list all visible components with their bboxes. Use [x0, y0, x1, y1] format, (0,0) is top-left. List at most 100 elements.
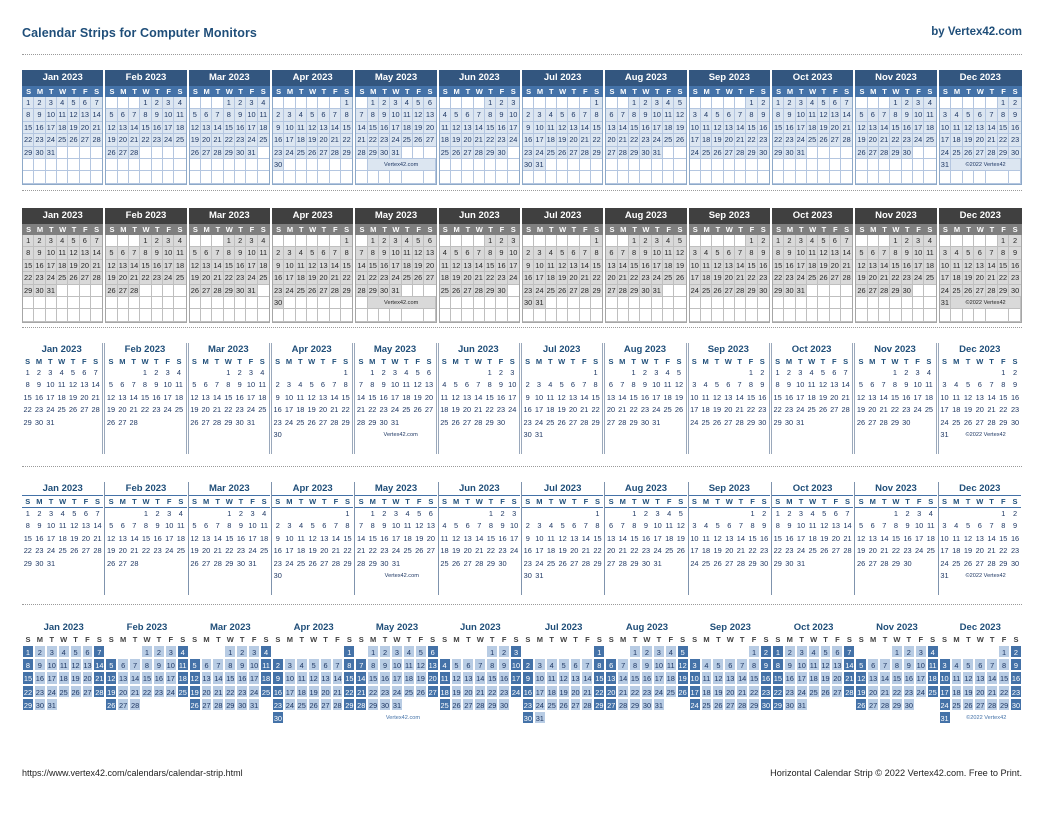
day-cell[interactable]: 27	[723, 146, 735, 159]
day-cell[interactable]: 25	[295, 697, 308, 711]
day-cell[interactable]: 24	[390, 272, 402, 285]
day-cell[interactable]: 28	[473, 284, 485, 297]
day-cell[interactable]: 19	[413, 533, 425, 545]
day-cell[interactable]: 16	[234, 121, 247, 135]
day-cell[interactable]: 30	[783, 417, 794, 429]
day-cell[interactable]: 20	[974, 272, 987, 285]
day-cell[interactable]: 27	[867, 146, 879, 159]
day-cell[interactable]: 8	[367, 379, 378, 391]
day-cell[interactable]: 19	[450, 404, 461, 416]
day-cell[interactable]: 6	[461, 379, 472, 391]
day-cell[interactable]: 22	[628, 134, 641, 147]
day-cell[interactable]: 4	[662, 367, 673, 379]
day-cell[interactable]: 9	[757, 379, 768, 391]
day-cell[interactable]: 24	[45, 404, 56, 416]
day-cell[interactable]: 11	[545, 121, 557, 135]
day-cell[interactable]: 20	[974, 134, 987, 147]
day-cell[interactable]: 7	[617, 658, 630, 672]
day-cell[interactable]: 2	[379, 508, 391, 520]
day-cell[interactable]: 12	[189, 259, 201, 273]
day-cell[interactable]: 4	[402, 645, 415, 659]
day-cell[interactable]: 17	[651, 392, 662, 404]
day-cell[interactable]: 3	[939, 379, 951, 391]
day-cell[interactable]: 17	[245, 392, 256, 404]
day-cell[interactable]: 22	[367, 134, 379, 147]
day-cell[interactable]: 29	[772, 417, 783, 429]
day-cell[interactable]: 21	[329, 134, 341, 147]
day-cell[interactable]: 30	[1009, 146, 1021, 159]
day-cell[interactable]: 8	[342, 520, 354, 532]
day-cell[interactable]: 3	[795, 97, 807, 110]
day-cell[interactable]: 19	[673, 392, 684, 404]
day-cell[interactable]: 13	[117, 671, 130, 685]
day-cell[interactable]: 20	[829, 392, 840, 404]
day-cell[interactable]: 1	[22, 508, 34, 520]
day-cell[interactable]: 1	[22, 367, 33, 379]
day-cell[interactable]: 26	[306, 284, 319, 297]
day-cell[interactable]: 23	[522, 417, 533, 429]
day-cell[interactable]: 26	[855, 417, 866, 429]
day-cell[interactable]: 23	[495, 404, 506, 416]
day-cell[interactable]: 11	[57, 658, 70, 672]
day-cell[interactable]: 29	[746, 146, 758, 159]
day-cell[interactable]: 31	[795, 146, 807, 159]
day-cell[interactable]: 6	[80, 508, 92, 520]
day-cell[interactable]: 18	[662, 259, 675, 273]
day-cell[interactable]: 10	[914, 658, 927, 672]
day-cell[interactable]: 31	[45, 417, 56, 429]
day-cell[interactable]: 10	[912, 247, 925, 260]
day-cell[interactable]: 19	[556, 404, 567, 416]
day-cell[interactable]: 22	[772, 134, 785, 147]
day-cell[interactable]: 13	[606, 121, 618, 135]
day-cell[interactable]: 3	[651, 235, 663, 248]
day-cell[interactable]: 19	[674, 259, 686, 273]
day-cell[interactable]: 24	[246, 134, 258, 147]
day-cell[interactable]: 11	[950, 671, 963, 685]
day-cell[interactable]: 3	[913, 508, 925, 520]
day-cell[interactable]: 8	[890, 109, 902, 122]
day-cell[interactable]: 10	[913, 520, 925, 532]
day-cell[interactable]: 1	[140, 97, 152, 110]
day-cell[interactable]: 13	[830, 520, 842, 532]
day-cell[interactable]: 9	[1009, 247, 1021, 260]
day-cell[interactable]: 30	[641, 697, 653, 711]
day-cell[interactable]: 13	[462, 259, 474, 273]
day-cell[interactable]: 22	[890, 545, 902, 557]
day-cell[interactable]: 6	[831, 645, 844, 659]
day-cell[interactable]: 5	[413, 508, 425, 520]
day-cell[interactable]: 9	[784, 520, 796, 532]
day-cell[interactable]: 5	[68, 508, 80, 520]
day-cell[interactable]: 18	[664, 671, 677, 685]
day-cell[interactable]: 20	[723, 272, 735, 285]
day-cell[interactable]: 8	[747, 520, 759, 532]
day-cell[interactable]: 21	[93, 671, 106, 685]
day-cell[interactable]: 20	[829, 259, 841, 273]
day-cell[interactable]: 23	[784, 134, 796, 147]
day-cell[interactable]: 4	[545, 109, 557, 122]
day-cell[interactable]: 13	[723, 121, 735, 135]
day-cell[interactable]: 2	[784, 97, 796, 110]
day-cell[interactable]: 8	[593, 658, 606, 672]
day-cell[interactable]: 25	[545, 558, 557, 570]
day-cell[interactable]: 27	[974, 146, 987, 159]
day-cell[interactable]: 12	[68, 520, 80, 532]
day-cell[interactable]: 18	[700, 404, 711, 416]
day-cell[interactable]: 7	[93, 645, 106, 659]
day-cell[interactable]: 9	[1009, 109, 1021, 122]
day-cell[interactable]: 29	[590, 417, 601, 429]
day-cell[interactable]: 25	[438, 697, 451, 711]
day-cell[interactable]: 23	[34, 134, 46, 147]
day-cell[interactable]: 29	[367, 284, 379, 297]
day-cell[interactable]: 30	[1009, 417, 1021, 429]
day-cell[interactable]: 23	[498, 684, 511, 698]
day-cell[interactable]: 12	[818, 520, 830, 532]
day-cell[interactable]: 23	[1009, 545, 1021, 557]
day-cell[interactable]: 12	[412, 379, 423, 391]
day-cell[interactable]: 27	[423, 404, 434, 416]
day-cell[interactable]: 7	[128, 109, 141, 122]
day-cell[interactable]: 4	[439, 520, 451, 532]
day-cell[interactable]: 30	[236, 697, 249, 711]
day-cell[interactable]: 8	[223, 109, 235, 122]
day-cell[interactable]: 6	[117, 658, 130, 672]
day-cell[interactable]: 12	[674, 247, 686, 260]
